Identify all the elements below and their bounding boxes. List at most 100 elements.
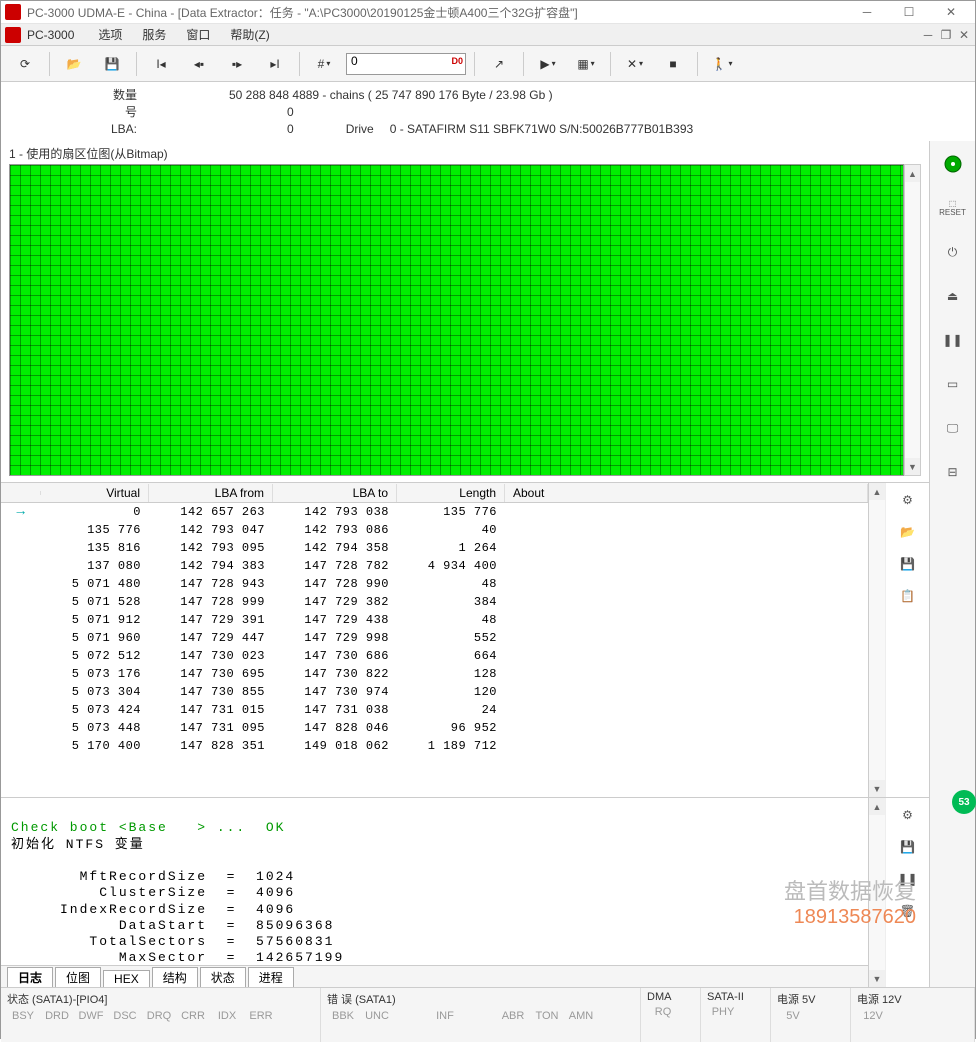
side-eject-icon[interactable]: ⏏ [938, 281, 968, 311]
table-row[interactable]: 5 073 176147 730 695147 730 822128 [1, 665, 868, 683]
last-button[interactable]: ▸I [259, 50, 291, 78]
side-pause-icon[interactable]: ❚❚ [938, 325, 968, 355]
table-row[interactable]: 135 816142 793 095142 794 3581 264 [1, 539, 868, 557]
cell-about [505, 619, 868, 621]
menu-services[interactable]: 服务 [132, 24, 176, 45]
count-value: 50 288 848 4889 - chains ( 25 747 890 17… [229, 88, 553, 102]
mdi-restore-button[interactable]: ❐ [939, 28, 953, 42]
bitmap-grid[interactable] [9, 164, 904, 476]
float-badge[interactable]: 53 [952, 790, 976, 814]
table-side-copy-icon[interactable]: 📋 [895, 583, 921, 609]
table-row[interactable]: 5 072 512147 730 023147 730 686664 [1, 647, 868, 665]
table-side-settings-icon[interactable]: ⚙ [895, 487, 921, 513]
open-button[interactable]: 📂 [58, 50, 90, 78]
bitmap-scrollbar[interactable]: ▲ ▼ [904, 164, 921, 476]
table-row[interactable]: 5 073 304147 730 855147 730 974120 [1, 683, 868, 701]
log-side-settings-icon[interactable]: ⚙ [895, 802, 921, 828]
th-lba-to[interactable]: LBA to [273, 484, 397, 502]
log-side-pause-icon[interactable]: ❚❚ [895, 866, 921, 892]
side-screen-icon[interactable]: 🖵 [938, 413, 968, 443]
cell-about [505, 583, 868, 585]
table-row[interactable]: →0142 657 263142 793 038135 776 [1, 503, 868, 521]
tab-bitmap[interactable]: 位图 [55, 967, 101, 987]
table-row[interactable]: 5 071 480147 728 943147 728 99048 [1, 575, 868, 593]
cell-lba-to: 149 018 062 [273, 738, 397, 754]
table-row[interactable]: 5 170 400147 828 351149 018 0621 189 712 [1, 737, 868, 755]
scroll-up-button[interactable]: ▲ [905, 165, 920, 182]
status-item: ABR [497, 1008, 529, 1024]
side-chip-icon[interactable]: ▭ [938, 369, 968, 399]
mdi-minimize-button[interactable]: ─ [921, 28, 935, 42]
maximize-button[interactable]: ☐ [889, 1, 929, 23]
side-reset-icon[interactable]: ⬚RESET [938, 193, 968, 223]
table-row[interactable]: 137 080142 794 383147 728 7824 934 400 [1, 557, 868, 575]
tab-log[interactable]: 日志 [7, 967, 53, 987]
cell-lba-from: 142 793 095 [149, 540, 273, 556]
row-arrow-icon [1, 727, 41, 729]
cell-lba-from: 147 729 391 [149, 612, 273, 628]
table-scroll-up[interactable]: ▲ [869, 483, 885, 500]
scroll-down-button[interactable]: ▼ [905, 458, 920, 475]
side-power-icon[interactable]: ⏻ [938, 237, 968, 267]
play-button[interactable]: ▶▾ [532, 50, 564, 78]
table-row[interactable]: 5 073 424147 731 015147 731 03824 [1, 701, 868, 719]
table-scroll-down[interactable]: ▼ [869, 780, 885, 797]
menu-help[interactable]: 帮助(Z) [220, 24, 279, 45]
save-button[interactable]: 💾 [96, 50, 128, 78]
log-scroll-down[interactable]: ▼ [869, 970, 885, 987]
tab-hex[interactable]: HEX [103, 970, 150, 987]
menu-window[interactable]: 窗口 [176, 24, 220, 45]
window-title: PC-3000 UDMA-E - China - [Data Extractor… [27, 4, 847, 21]
grid-toggle-button[interactable]: #▾ [308, 50, 340, 78]
cell-virtual: 0 [41, 504, 149, 520]
row-arrow-icon [1, 583, 41, 585]
log-scrollbar[interactable]: ▲ ▼ [868, 798, 885, 987]
mdi-close-button[interactable]: ✕ [957, 28, 971, 42]
refresh-button[interactable]: ⟳ [9, 50, 41, 78]
row-arrow-icon [1, 745, 41, 747]
stop-button[interactable]: ■ [657, 50, 689, 78]
row-arrow-icon [1, 529, 41, 531]
table-row[interactable]: 5 071 912147 729 391147 729 43848 [1, 611, 868, 629]
address-input[interactable]: 0 D0 [346, 53, 466, 75]
tab-status[interactable]: 状态 [200, 967, 246, 987]
close-button[interactable]: ✕ [931, 1, 971, 23]
cell-lba-from: 142 793 047 [149, 522, 273, 538]
th-lba-from[interactable]: LBA from [149, 484, 273, 502]
side-disk-icon[interactable] [938, 149, 968, 179]
th-length[interactable]: Length [397, 484, 505, 502]
first-button[interactable]: I◂ [145, 50, 177, 78]
log-side-save-icon[interactable]: 💾 [895, 834, 921, 860]
table-row[interactable]: 5 073 448147 731 095147 828 04696 952 [1, 719, 868, 737]
table-scrollbar[interactable]: ▲ ▼ [868, 483, 885, 797]
tools-button[interactable]: ✕▾ [619, 50, 651, 78]
prev-button[interactable]: ◂▪ [183, 50, 215, 78]
table-row[interactable]: 135 776142 793 047142 793 08640 [1, 521, 868, 539]
table-side-open-icon[interactable]: 📂 [895, 519, 921, 545]
th-icon[interactable] [1, 491, 41, 495]
cell-virtual: 135 776 [41, 522, 149, 538]
table-row[interactable]: 5 071 528147 728 999147 729 382384 [1, 593, 868, 611]
log-scroll-up[interactable]: ▲ [869, 798, 885, 815]
cell-virtual: 5 073 304 [41, 684, 149, 700]
cell-lba-to: 147 729 382 [273, 594, 397, 610]
cell-virtual: 5 072 512 [41, 648, 149, 664]
tab-structure[interactable]: 结构 [152, 967, 198, 987]
exit-button[interactable]: 🚶▾ [706, 50, 738, 78]
cell-lba-from: 142 794 383 [149, 558, 273, 574]
cell-about [505, 727, 868, 729]
grid-view-button[interactable]: ▦▾ [570, 50, 602, 78]
side-connector-icon[interactable]: ⊟ [938, 457, 968, 487]
status-item: BSY [7, 1008, 39, 1024]
next-button[interactable]: ▪▸ [221, 50, 253, 78]
th-virtual[interactable]: Virtual [41, 484, 149, 502]
table-row[interactable]: 5 071 960147 729 447147 729 998552 [1, 629, 868, 647]
th-about[interactable]: About [505, 484, 868, 502]
tab-process[interactable]: 进程 [248, 967, 294, 987]
table-side-save-icon[interactable]: 💾 [895, 551, 921, 577]
log-side-trash-icon[interactable]: 🗑 [895, 898, 921, 924]
minimize-button[interactable]: ─ [847, 1, 887, 23]
cell-lba-to: 147 730 686 [273, 648, 397, 664]
menu-options[interactable]: 选项 [88, 24, 132, 45]
export-button[interactable]: ↗ [483, 50, 515, 78]
